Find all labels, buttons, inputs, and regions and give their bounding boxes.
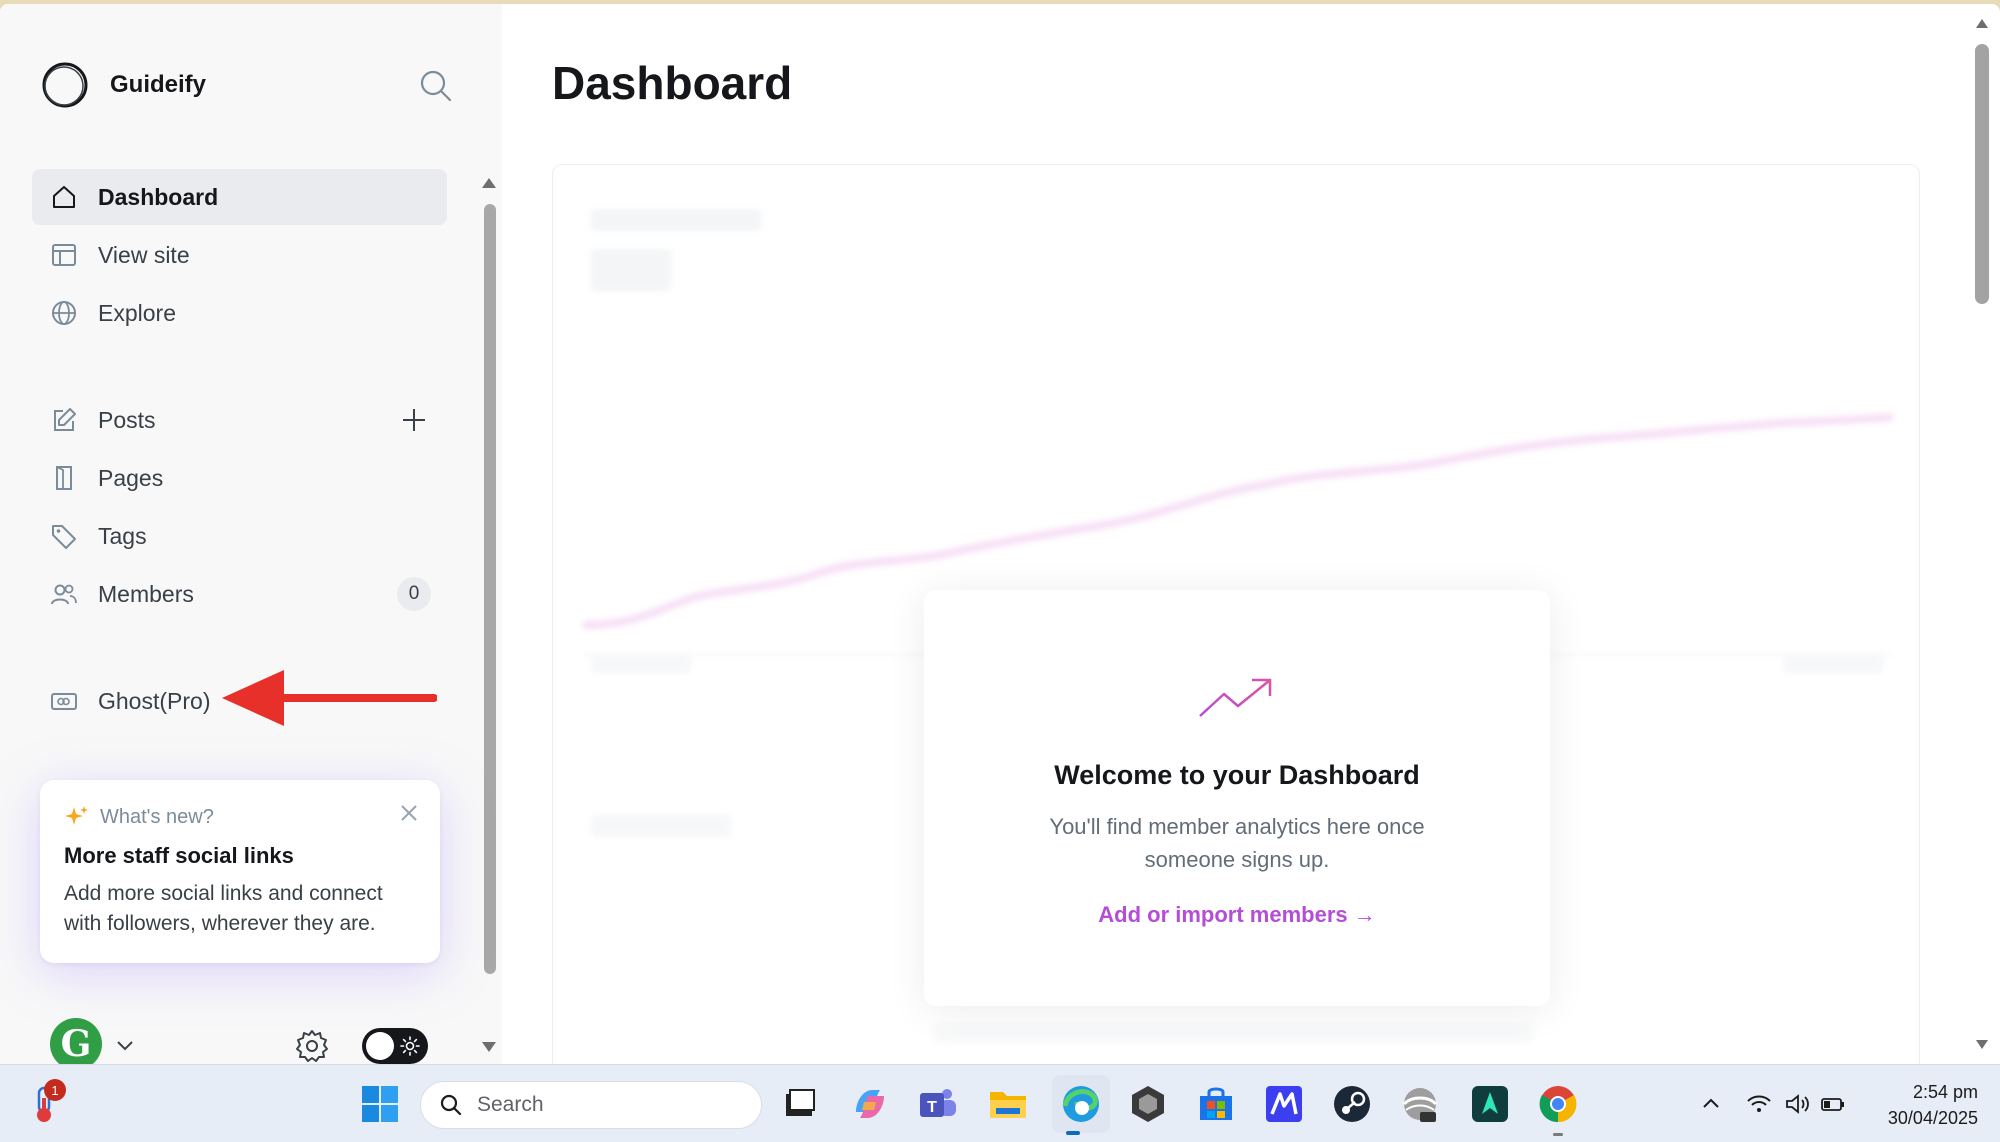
clock-time: 2:54 pm <box>1912 1082 1978 1102</box>
running-app-indicator <box>1553 1133 1563 1136</box>
brand-name: Guideify <box>110 71 207 98</box>
trending-up-icon <box>1199 678 1272 717</box>
gear-icon[interactable] <box>294 1028 330 1064</box>
placeholder-label <box>591 209 761 231</box>
annotation-arrow-icon <box>222 670 437 726</box>
sidebar-item-tags[interactable]: Tags <box>32 508 447 564</box>
brand[interactable]: Guideify <box>40 60 206 110</box>
main-scrollbar-thumb[interactable] <box>1975 44 1989 304</box>
sun-icon <box>400 1036 420 1056</box>
windows-taskbar: 1 Search T 2:54 pm 30/04/2025 <box>0 1064 2000 1142</box>
editor-app-icon[interactable] <box>1262 1082 1306 1126</box>
members-icon <box>50 580 78 608</box>
sidebar-item-pages[interactable]: Pages <box>32 450 447 506</box>
edge-taskbar-button[interactable] <box>1052 1075 1110 1133</box>
file-explorer-icon[interactable] <box>986 1082 1030 1126</box>
chevron-down-icon[interactable] <box>114 1034 136 1056</box>
scroll-down-arrow-icon[interactable] <box>1974 1036 1990 1052</box>
sidebar-item-posts[interactable]: Posts <box>32 392 447 448</box>
members-count-badge: 0 <box>397 577 431 611</box>
toggle-knob <box>366 1032 394 1060</box>
notification-badge: 1 <box>44 1079 66 1101</box>
whats-new-heading: What's new? <box>100 805 214 828</box>
sidebar-item-dashboard[interactable]: Dashboard <box>32 169 447 225</box>
microsoft-store-icon[interactable] <box>1194 1082 1238 1126</box>
close-icon[interactable] <box>398 802 420 824</box>
whats-new-header: What's new? <box>64 804 214 830</box>
svg-text:T: T <box>927 1099 937 1116</box>
edge-icon <box>1062 1086 1099 1122</box>
home-icon <box>50 183 78 211</box>
sidebar-scrollbar-thumb[interactable] <box>484 204 496 974</box>
layout-icon <box>50 241 78 269</box>
placeholder-value <box>591 249 671 291</box>
sidebar-item-explore[interactable]: Explore <box>32 285 447 341</box>
sidebar: Guideify Dashboard View site Explore Pos… <box>0 4 502 1064</box>
sidebar-item-members[interactable]: Members 0 <box>32 566 447 622</box>
active-app-indicator <box>1066 1131 1080 1135</box>
sidebar-item-label: View site <box>98 241 190 268</box>
credit-card-icon <box>50 687 78 715</box>
welcome-card: Welcome to your Dashboard You'll find me… <box>924 590 1550 1006</box>
globe-icon <box>50 299 78 327</box>
edit-icon <box>50 406 78 434</box>
task-view-icon[interactable] <box>778 1082 822 1126</box>
search-icon <box>440 1094 462 1116</box>
system-clock[interactable]: 2:54 pm 30/04/2025 <box>1888 1079 1978 1131</box>
avatar[interactable]: G <box>50 1018 102 1064</box>
welcome-body: You'll find member analytics here once s… <box>1049 814 1425 872</box>
placeholder-axis-end <box>1783 655 1883 673</box>
whats-new-body: Add more social links and connect with f… <box>64 882 383 935</box>
clock-date: 30/04/2025 <box>1887 1108 1978 1128</box>
placeholder-section-label <box>591 815 731 837</box>
sidebar-item-ghost-pro[interactable]: Ghost(Pro) <box>32 673 232 729</box>
taskbar-search-placeholder: Search <box>477 1093 544 1116</box>
scroll-up-arrow-icon[interactable] <box>1974 16 1990 32</box>
tag-icon <box>50 522 78 550</box>
filmora-icon[interactable] <box>1468 1082 1512 1126</box>
windows-start-icon[interactable] <box>358 1082 402 1126</box>
sidebar-item-label: Members <box>98 580 194 607</box>
browser-window: Guideify Dashboard View site Explore Pos… <box>0 4 2000 1064</box>
sidebar-item-view-site[interactable]: View site <box>32 227 447 283</box>
wifi-icon[interactable] <box>1746 1091 1772 1117</box>
volume-icon[interactable] <box>1784 1091 1810 1117</box>
battery-icon[interactable] <box>1820 1091 1846 1117</box>
page-icon <box>50 464 78 492</box>
sidebar-item-label: Pages <box>98 464 164 491</box>
teams-icon[interactable]: T <box>916 1082 960 1126</box>
welcome-title: Welcome to your Dashboard <box>1054 760 1420 790</box>
sidebar-item-label: Posts <box>98 406 156 433</box>
taskbar-search-input[interactable]: Search <box>420 1081 762 1129</box>
whats-new-card[interactable]: What's new? More staff social links Add … <box>40 780 440 963</box>
add-members-link[interactable]: Add or import members → <box>924 902 1550 928</box>
sidebar-item-label: Explore <box>98 299 176 326</box>
sidebar-item-label: Dashboard <box>98 183 219 210</box>
google-earth-pro-icon[interactable] <box>1398 1082 1442 1126</box>
search-icon[interactable] <box>418 68 454 104</box>
placeholder-text <box>933 1023 1533 1043</box>
brand-logo-icon <box>42 62 88 108</box>
page-title: Dashboard <box>552 57 793 109</box>
new-post-plus-icon[interactable] <box>399 405 429 435</box>
unity-hub-icon[interactable] <box>1126 1082 1170 1126</box>
sidebar-item-label: Ghost(Pro) <box>98 687 211 714</box>
chrome-icon[interactable] <box>1536 1082 1580 1126</box>
sidebar-item-label: Tags <box>98 522 147 549</box>
theme-toggle[interactable] <box>362 1028 428 1064</box>
placeholder-axis-start <box>591 655 691 673</box>
whats-new-title: More staff social links <box>64 843 294 868</box>
steam-icon[interactable] <box>1330 1082 1374 1126</box>
copilot-icon[interactable] <box>848 1082 892 1126</box>
sparkle-icon <box>65 806 88 825</box>
chevron-up-icon[interactable] <box>1698 1091 1724 1117</box>
